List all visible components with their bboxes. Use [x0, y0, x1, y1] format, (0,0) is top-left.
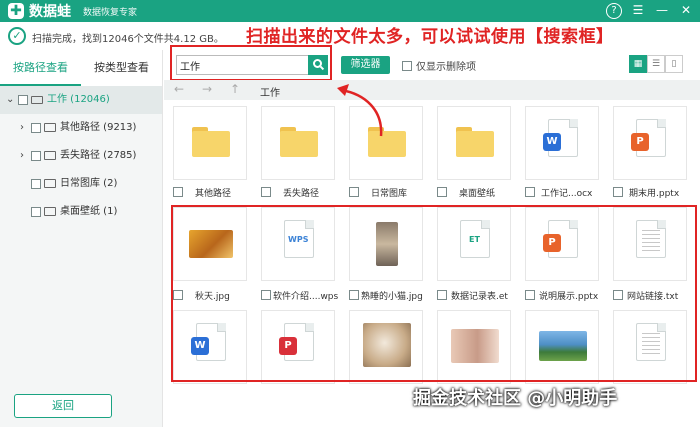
drive-icon: [31, 96, 43, 104]
show-deleted-only[interactable]: 仅显示删除项: [402, 58, 476, 73]
minimize-icon[interactable]: —: [654, 3, 670, 19]
app-slogan: 数据恢复专家: [83, 7, 138, 18]
check-circle-icon: ✓: [8, 27, 26, 45]
current-path: 工作: [260, 88, 280, 99]
scan-status-text: 扫描完成，找到12046个文件共4.12 GB。: [32, 34, 224, 45]
word-doc-icon: W: [543, 119, 578, 157]
files-highlight-box: [171, 205, 697, 382]
file-name: 丢失路径: [283, 189, 320, 199]
chevron-down-icon[interactable]: ⌄: [6, 86, 14, 114]
menu-icon[interactable]: ☰: [630, 3, 646, 19]
folder-tile[interactable]: [173, 106, 247, 180]
folder-icon: [280, 127, 318, 157]
logo-cross-icon: ✚: [8, 3, 24, 19]
watermark-text: 掘金技术社区 @小明助手: [413, 388, 618, 409]
file-name: 桌面壁纸: [459, 189, 496, 199]
app-logo: ✚ 数据蛙 数据恢复专家: [8, 2, 137, 20]
tree-item-label: 其他路径 (9213): [60, 122, 137, 133]
folder-tile[interactable]: [261, 106, 335, 180]
checkbox[interactable]: [402, 61, 412, 71]
grid-view-icon[interactable]: ▦: [629, 55, 647, 73]
tree-item-daily-gallery[interactable]: 日常图库 (2): [0, 170, 162, 198]
file-name: 工作记...ocx: [541, 189, 593, 199]
close-icon[interactable]: ✕: [678, 3, 694, 19]
app-name: 数据蛙: [29, 4, 71, 20]
tree-item-label: 日常图库 (2): [60, 178, 118, 189]
word-badge: W: [543, 133, 561, 151]
checkbox[interactable]: [31, 207, 41, 217]
search-highlight-box: [170, 45, 332, 81]
back-arrow-icon[interactable]: ←: [174, 82, 184, 96]
checkbox[interactable]: [31, 123, 41, 133]
path-navbar: ← → ↑ 工作: [164, 80, 700, 100]
tree-item-label: 工作 (12046): [47, 94, 110, 105]
forward-arrow-icon[interactable]: →: [202, 82, 212, 96]
tree-item-lost-paths[interactable]: › 丢失路径 (2785): [0, 142, 162, 170]
filter-button[interactable]: 筛选器: [341, 56, 390, 74]
title-bar: ✚ 数据蛙 数据恢复专家 ? ☰ — ✕: [0, 0, 700, 22]
folder-icon: [456, 127, 494, 157]
file-tile[interactable]: P: [613, 106, 687, 180]
checkbox[interactable]: [173, 187, 183, 197]
show-deleted-label: 仅显示删除项: [416, 62, 476, 73]
list-view-icon[interactable]: ☰: [647, 55, 665, 73]
checkbox[interactable]: [613, 187, 623, 197]
chevron-right-icon[interactable]: ›: [20, 114, 24, 142]
folder-icon: [192, 127, 230, 157]
tree-item-label: 桌面壁纸 (1): [60, 206, 118, 217]
back-button[interactable]: 返回: [14, 394, 112, 418]
checkbox[interactable]: [31, 179, 41, 189]
up-arrow-icon[interactable]: ↑: [230, 82, 240, 96]
file-tile[interactable]: W: [525, 106, 599, 180]
tab-by-type[interactable]: 按类型查看: [81, 50, 162, 86]
annotation-text: 扫描出来的文件太多，可以试试使用【搜索框】: [246, 27, 614, 47]
detail-view-icon[interactable]: ▯: [665, 55, 683, 73]
folder-icon: [44, 151, 56, 160]
chevron-right-icon[interactable]: ›: [20, 142, 24, 170]
sidebar: 按路径查看 按类型查看 ⌄ 工作 (12046) › 其他路径 (9213) ›…: [0, 50, 163, 427]
file-name: 其他路径: [195, 189, 232, 199]
checkbox[interactable]: [18, 95, 28, 105]
checkbox[interactable]: [261, 187, 271, 197]
folder-icon: [44, 123, 56, 132]
file-name: 期末用.pptx: [629, 189, 680, 199]
folder-icon: [44, 207, 56, 216]
tree-item-other-paths[interactable]: › 其他路径 (9213): [0, 114, 162, 142]
tree-item-work[interactable]: ⌄ 工作 (12046): [0, 86, 162, 114]
checkbox[interactable]: [525, 187, 535, 197]
checkbox[interactable]: [349, 187, 359, 197]
help-icon[interactable]: ?: [606, 3, 622, 19]
checkbox[interactable]: [31, 151, 41, 161]
file-name: 日常图库: [371, 189, 408, 199]
folder-tile[interactable]: [437, 106, 511, 180]
ppt-doc-icon: P: [631, 119, 666, 157]
folder-icon: [44, 179, 56, 188]
tree-item-label: 丢失路径 (2785): [60, 150, 137, 161]
ppt-badge: P: [631, 133, 649, 151]
tab-by-path[interactable]: 按路径查看: [0, 50, 81, 86]
checkbox[interactable]: [437, 187, 447, 197]
annotation-arrow-icon: [337, 84, 383, 137]
tree-item-desktop-wallpaper[interactable]: 桌面壁纸 (1): [0, 198, 162, 226]
